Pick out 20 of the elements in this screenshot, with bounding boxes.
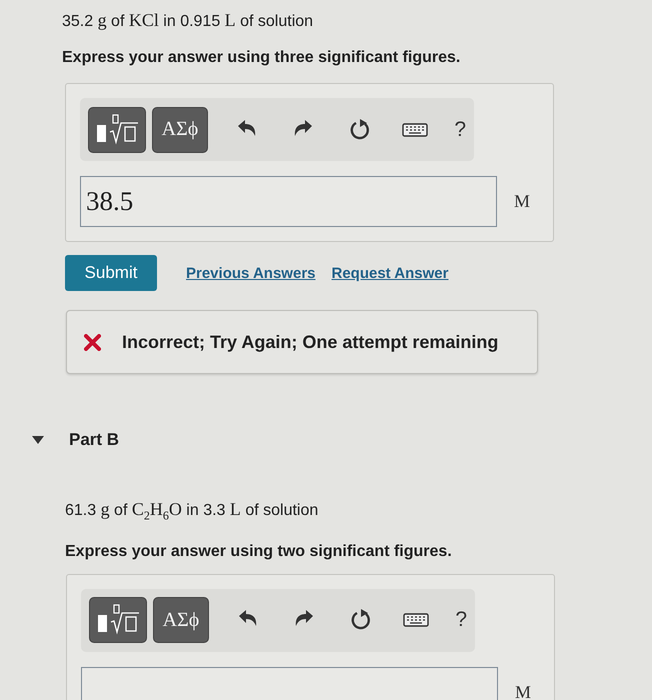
submit-button[interactable]: Submit [65,255,157,291]
symbols-button[interactable]: ΑΣϕ [152,106,208,152]
instruction-text: Express your answer using two significant figures. [65,542,453,562]
templates-button[interactable] [88,106,146,152]
answer-link[interactable]: Previous Answers [186,264,316,282]
problem-statement: 61.3 g of C$_{2}$H$_{6}$O in 3.3 L of solution [65,498,320,525]
answer-value: 38.5 [86,186,134,217]
feedback-message: Incorrect; Try Again; One attempt remaining [122,332,498,352]
unit-label: M [514,191,530,212]
symbols-button[interactable]: ΑΣϕ [152,597,210,644]
problem-statement: 35.2 g of KCl in 0.915 L of solution [62,9,314,32]
part-title[interactable]: Part B [69,430,120,450]
answer-link[interactable]: Request Answer [332,264,448,282]
unit-label: M [515,682,532,700]
templates-button[interactable] [89,597,147,644]
help-button[interactable]: ? [454,118,466,142]
instruction-text: Express your answer using three significant figures. [62,48,462,68]
help-button[interactable]: ? [455,608,467,632]
cross-icon [84,334,101,350]
answer-field[interactable]: 38.5 [80,176,497,227]
